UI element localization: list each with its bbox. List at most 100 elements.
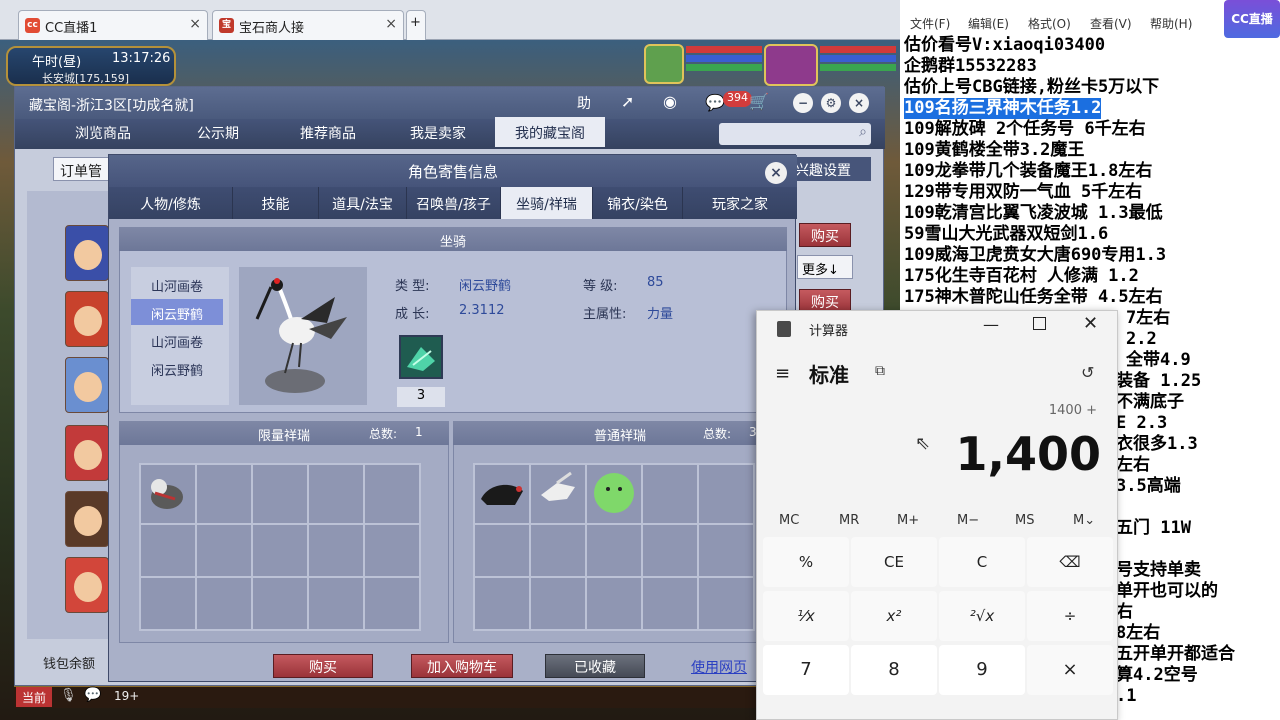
character-avatar[interactable] [65,425,109,481]
backspace-button[interactable]: ⌫ [1027,537,1113,587]
close-icon[interactable]: ✕ [1083,313,1098,334]
mount-list-item-selected[interactable]: 闲云野鹤 [131,299,223,325]
memory-clear-button[interactable]: MC [779,513,799,528]
panther-ride-icon[interactable] [475,465,529,523]
memory-list-button[interactable]: M⌄ [1073,513,1095,528]
green-blob-ride-icon[interactable] [587,465,641,523]
square-button[interactable]: x² [851,591,937,641]
text-line[interactable]: 109黄鹤楼全带3.2魔王 [904,140,1084,161]
new-tab-button[interactable]: + [406,10,426,40]
tab-seller[interactable]: 我是卖家 [383,117,493,147]
divide-button[interactable]: ÷ [1027,591,1113,641]
use-web-link[interactable]: 使用网页 [691,657,747,677]
tab-outfits[interactable]: 锦衣/染色 [593,187,683,219]
menu-edit[interactable]: 编辑(E) [968,15,1009,32]
text-line[interactable]: 企鹅群15532283 [904,56,1037,77]
tab-mounts[interactable]: 坐骑/祥瑞 [501,187,593,219]
text-line[interactable]: E 2.3 [1116,413,1167,434]
reciprocal-button[interactable]: ⅟x [763,591,849,641]
character-avatar[interactable] [65,557,109,613]
tab-items[interactable]: 道具/法宝 [319,187,407,219]
percent-button[interactable]: % [763,537,849,587]
text-line[interactable]: 五门 11W [1116,518,1191,539]
buy-button[interactable]: 购买 [273,654,373,678]
menu-format[interactable]: 格式(O) [1028,15,1071,32]
text-line[interactable]: 装备 1.25 [1116,371,1201,392]
text-line[interactable]: 号支持单卖 [1116,560,1201,581]
text-line[interactable]: 109解放碑 2个任务号 6千左右 [904,119,1146,140]
character-avatar[interactable] [65,357,109,413]
white-bird-ride-icon[interactable] [531,465,585,523]
mount-equipment-icon[interactable] [399,335,443,379]
text-line[interactable]: 175化生寺百花村 人修满 1.2 [904,266,1139,287]
memory-recall-button[interactable]: MR [839,513,859,528]
character-avatar[interactable] [65,491,109,547]
character-avatar[interactable] [65,225,109,281]
history-icon[interactable]: ↺ [1081,363,1094,382]
tab-my-cbg[interactable]: 我的藏宝阁 [495,117,605,147]
text-line[interactable]: 2.2 [1126,329,1157,350]
minimize-icon[interactable]: — [983,315,999,334]
tab-browse[interactable]: 浏览商品 [43,117,163,147]
pet-portrait[interactable] [644,44,684,84]
help-button[interactable]: 助 [577,93,591,113]
message-icon[interactable]: 💬 [705,93,725,112]
player-portrait[interactable] [764,44,818,86]
menu-view[interactable]: 查看(V) [1090,15,1132,32]
digit-8-button[interactable]: 8 [851,645,937,695]
text-line[interactable]: 7左右 [1126,308,1170,329]
text-line[interactable]: 129带专用双防一气血 5千左右 [904,182,1142,203]
keep-on-top-icon[interactable]: ⧉ [875,363,885,379]
square-root-button[interactable]: ²√x [939,591,1025,641]
interest-settings-button[interactable]: 兴趣设置 [789,157,871,181]
text-line[interactable]: 右 [1116,602,1133,623]
text-line[interactable]: 109威海卫虎贲女大唐690专用1.3 [904,245,1166,266]
text-line[interactable]: 算4.2空号 [1116,665,1198,686]
maximize-icon[interactable] [1033,317,1046,330]
text-line[interactable]: 估价看号V:xiaoqi03400 [904,35,1105,56]
browser-tab-cc[interactable]: cc CC直播1 × [18,10,208,40]
tab-recommend[interactable]: 推荐商品 [273,117,383,147]
memory-store-button[interactable]: MS [1015,513,1034,528]
text-line[interactable]: 五开单开都适合 [1116,644,1235,665]
more-button[interactable]: 更多↓ [797,255,853,279]
tab-skills[interactable]: 技能 [233,187,319,219]
character-avatar[interactable] [65,291,109,347]
close-tab-icon[interactable]: × [189,16,201,32]
text-line[interactable]: 59雪山大光武器双短剑1.6 [904,224,1108,245]
cbg-search-input[interactable]: ⌕ [719,123,871,145]
close-icon[interactable]: × [849,93,869,113]
memory-add-button[interactable]: M+ [897,513,919,528]
channel-current[interactable]: 当前 [16,687,52,707]
text-line[interactable]: 不满底子 [1116,392,1184,413]
tab-character[interactable]: 人物/修炼 [109,187,233,219]
mount-list-item[interactable]: 闲云野鹤 [131,355,223,381]
mount-list-item[interactable]: 山河画卷 [131,327,223,353]
text-line[interactable]: 单开也可以的 [1116,581,1218,602]
menu-help[interactable]: 帮助(H) [1150,15,1192,32]
clear-button[interactable]: C [939,537,1025,587]
stop-icon[interactable]: ◉ [663,92,677,111]
memory-subtract-button[interactable]: M− [957,513,979,528]
multiply-button[interactable]: × [1027,645,1113,695]
text-line[interactable]: 175神木普陀山任务全带 4.5左右 [904,287,1163,308]
text-line[interactable]: 左右 [1116,455,1150,476]
browser-tab-game[interactable]: 宝 宝石商人接 × [212,10,404,40]
tab-pets[interactable]: 召唤兽/孩子 [407,187,501,219]
clear-entry-button[interactable]: CE [851,537,937,587]
minimize-icon[interactable]: − [793,93,813,113]
share-icon[interactable]: ➚ [621,92,634,111]
add-to-cart-button[interactable]: 加入购物车 [411,654,513,678]
text-line[interactable]: 3.5高端 [1116,476,1181,497]
tab-home[interactable]: 玩家之家 [683,187,797,219]
buy-button[interactable]: 购买 [799,223,851,247]
cat-ride-icon[interactable] [141,465,195,523]
text-line[interactable]: 109乾清宫比翼飞凌波城 1.3最低 [904,203,1163,224]
settings-gear-icon[interactable]: ⚙ [821,93,841,113]
close-tab-icon[interactable]: × [385,16,397,32]
cart-icon[interactable]: 🛒 [749,92,769,111]
text-line[interactable]: 估价上号CBG链接,粉丝卡5万以下 [904,77,1159,98]
text-line-selected[interactable]: 109名扬三界神木任务1.2 [904,98,1102,119]
text-line[interactable]: 衣很多1.3 [1116,434,1198,455]
digit-7-button[interactable]: 7 [763,645,849,695]
